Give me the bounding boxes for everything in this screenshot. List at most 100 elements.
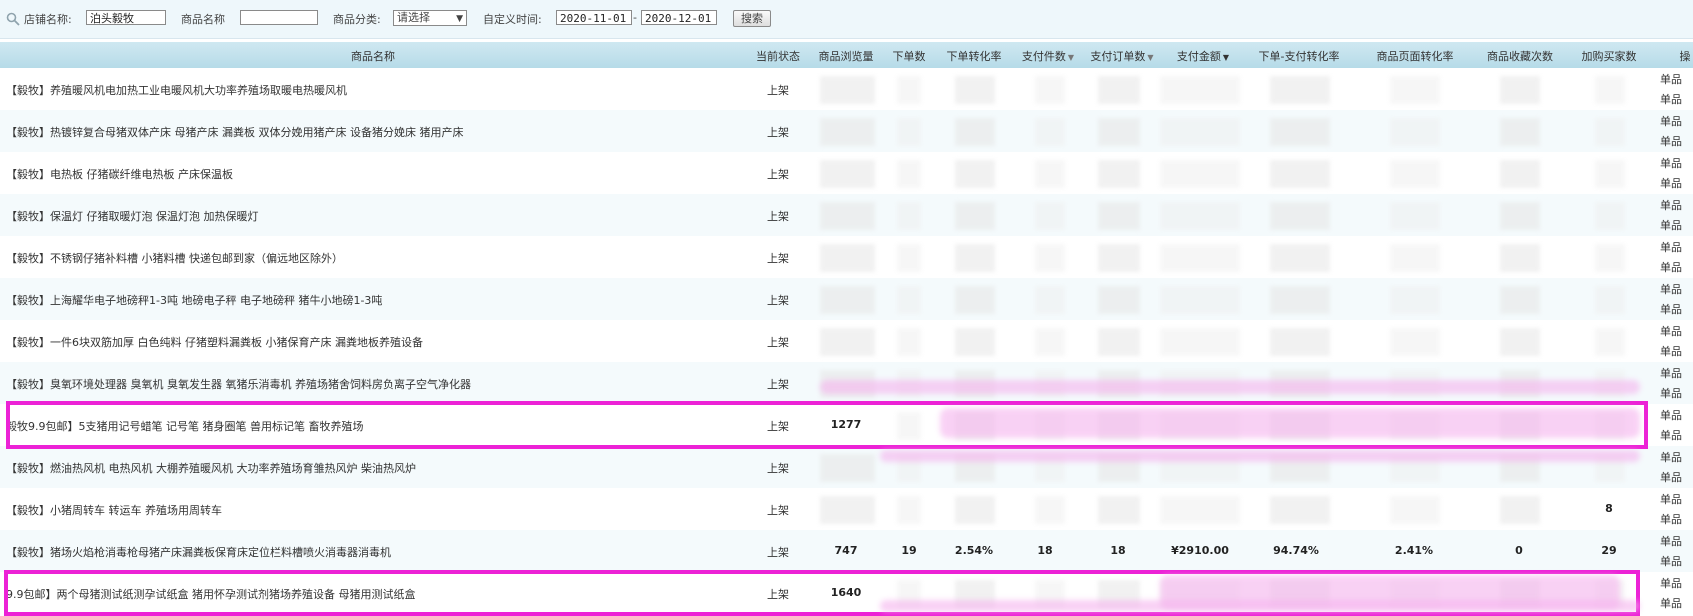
redacted-block <box>1270 496 1330 524</box>
redacted-block <box>1160 118 1240 146</box>
paid-orders-cell: 18 <box>1110 544 1126 557</box>
product-name[interactable]: 【毅牧】一件6块双筋加厚 白色纯料 仔猪塑料漏粪板 小猪保育产床 漏粪地板养殖设… <box>6 334 423 350</box>
redacted-block <box>1595 244 1625 272</box>
table-row[interactable]: 【毅牧】一件6块双筋加厚 白色纯料 仔猪塑料漏粪板 小猪保育产床 漏粪地板养殖设… <box>0 320 1693 362</box>
col-orders[interactable]: 下单数 <box>893 48 926 64</box>
single-item-link[interactable]: 单品 <box>1660 575 1682 591</box>
table-row[interactable]: 【毅牧】热镀锌复合母猪双体产床 母猪产床 漏粪板 双体分娩用猪产床 设备猪分娩床… <box>0 110 1693 152</box>
product-name-input[interactable] <box>240 10 318 25</box>
status-cell: 上架 <box>767 126 789 139</box>
single-item-link[interactable]: 单品 <box>1660 113 1682 129</box>
single-item-link[interactable]: 单品 <box>1660 323 1682 339</box>
col-paid-amount[interactable]: 支付金额 ▼ <box>1177 48 1229 64</box>
single-item-link[interactable]: 单品 <box>1660 71 1682 87</box>
single-item-link[interactable]: 单品 <box>1660 407 1682 423</box>
redacted-block <box>1098 328 1140 356</box>
single-item-link[interactable]: 单品 <box>1660 553 1682 569</box>
table-row[interactable]: 【毅牧】保温灯 仔猪取暖灯泡 保温灯泡 加热保暖灯 上架 单品 单品 <box>0 194 1693 236</box>
product-name[interactable]: 【毅牧】保温灯 仔猪取暖灯泡 保温灯泡 加热保暖灯 <box>6 208 259 224</box>
single-item-link[interactable]: 单品 <box>1660 365 1682 381</box>
single-item-link[interactable]: 单品 <box>1660 155 1682 171</box>
redacted-block <box>1595 76 1625 104</box>
product-name[interactable]: 【毅牧】不锈钢仔猪补料槽 小猪料槽 快递包邮到家（偏远地区除外） <box>6 250 343 266</box>
redacted-block <box>1500 76 1540 104</box>
single-item-link[interactable]: 单品 <box>1660 239 1682 255</box>
redacted-block <box>1160 244 1240 272</box>
redacted-block <box>1035 244 1065 272</box>
redacted-block <box>955 76 995 104</box>
table-row[interactable]: 【毅牧】电热板 仔猪碳纤维电热板 产床保温板 上架 单品 单品 <box>0 152 1693 194</box>
single-item-link[interactable]: 单品 <box>1660 511 1682 527</box>
single-item-link[interactable]: 单品 <box>1660 343 1682 359</box>
col-order-rate[interactable]: 下单转化率 <box>947 48 1002 64</box>
col-order-pay-rate[interactable]: 下单-支付转化率 <box>1259 48 1340 64</box>
table-row[interactable]: 【毅牧】养殖暖风机电加热工业电暖风机大功率养殖场取暖电热暖风机 上架 单品 单品 <box>0 68 1693 110</box>
single-item-link[interactable]: 单品 <box>1660 259 1682 275</box>
search-button[interactable]: 搜索 <box>733 10 771 27</box>
redacted-block <box>1098 244 1140 272</box>
chevron-down-icon: ▼ <box>456 14 463 24</box>
single-item-link[interactable]: 单品 <box>1660 595 1682 611</box>
paid-amount-cell: ¥2910.00 <box>1171 544 1229 557</box>
redacted-block <box>1098 76 1140 104</box>
col-views[interactable]: 商品浏览量 <box>819 48 874 64</box>
redacted-block <box>1390 160 1440 188</box>
table-row[interactable]: 【毅牧】上海耀华电子地磅秤1-3吨 地磅电子秤 电子地磅秤 猪牛小地磅1-3吨 上… <box>0 278 1693 320</box>
redacted-block <box>897 76 921 104</box>
product-name[interactable]: 【毅牧】上海耀华电子地磅秤1-3吨 地磅电子秤 电子地磅秤 猪牛小地磅1-3吨 <box>6 292 382 308</box>
single-item-link[interactable]: 单品 <box>1660 449 1682 465</box>
single-item-link[interactable]: 单品 <box>1660 91 1682 107</box>
product-name[interactable]: 【毅牧】臭氧环境处理器 臭氧机 臭氧发生器 氧猪乐消毒机 养殖场猪舍饲料房负离子… <box>6 376 471 392</box>
redacted-block <box>1035 286 1065 314</box>
redacted-block <box>1160 202 1240 230</box>
page-rate-cell: 2.41% <box>1394 544 1434 557</box>
single-item-link[interactable]: 单品 <box>1660 197 1682 213</box>
status-cell: 上架 <box>767 210 789 223</box>
col-paid-items[interactable]: 支付件数 ▼ <box>1022 48 1074 64</box>
single-item-link[interactable]: 单品 <box>1660 533 1682 549</box>
product-name[interactable]: 【毅牧】燃油热风机 电热风机 大棚养殖暖风机 大功率养殖场育雏热风炉 柴油热风炉 <box>6 460 416 476</box>
redacted-block <box>1160 328 1240 356</box>
shop-name-input[interactable]: 泊头毅牧 <box>86 10 166 25</box>
redacted-block <box>1390 202 1440 230</box>
product-name[interactable]: 【毅牧】猪场火焰枪消毒枪母猪产床漏粪板保育床定位栏料槽喷火消毒器消毒机 <box>6 544 391 560</box>
table-row[interactable]: 【毅牧】不锈钢仔猪补料槽 小猪料槽 快递包邮到家（偏远地区除外） 上架 单品 单品 <box>0 236 1693 278</box>
single-item-link[interactable]: 单品 <box>1660 217 1682 233</box>
single-item-link[interactable]: 单品 <box>1660 469 1682 485</box>
col-page-rate[interactable]: 商品页面转化率 <box>1377 48 1454 64</box>
single-item-link[interactable]: 单品 <box>1660 175 1682 191</box>
col-product-name[interactable]: 商品名称 <box>351 48 395 64</box>
redacted-block <box>1595 202 1625 230</box>
redacted-block <box>1270 76 1330 104</box>
col-status[interactable]: 当前状态 <box>756 48 800 64</box>
single-item-link[interactable]: 单品 <box>1660 427 1682 443</box>
redacted-block <box>955 202 995 230</box>
redacted-block <box>1595 286 1625 314</box>
col-paid-orders[interactable]: 支付订单数 ▼ <box>1090 48 1153 64</box>
table-header: 商品名称 当前状态 商品浏览量 下单数 下单转化率 支付件数 ▼ 支付订单数 ▼ 支… <box>0 42 1693 68</box>
redacted-block <box>1390 328 1440 356</box>
col-cart-buyers[interactable]: 加购买家数 <box>1582 48 1637 64</box>
single-item-link[interactable]: 单品 <box>1660 281 1682 297</box>
date-from-input[interactable]: 2020-11-01 <box>556 10 632 25</box>
product-name[interactable]: 【毅牧】热镀锌复合母猪双体产床 母猪产床 漏粪板 双体分娩用猪产床 设备猪分娩床… <box>6 124 463 140</box>
single-item-link[interactable]: 单品 <box>1660 133 1682 149</box>
date-to-input[interactable]: 2020-12-01 <box>641 10 717 25</box>
redacted-block <box>1390 118 1440 146</box>
product-name[interactable]: 【毅牧】小猪周转车 转运车 养殖场用周转车 <box>6 502 222 518</box>
product-name[interactable]: 【毅牧】养殖暖风机电加热工业电暖风机大功率养殖场取暖电热暖风机 <box>6 82 347 98</box>
single-item-link[interactable]: 单品 <box>1660 301 1682 317</box>
cart-buyers-cell: 29 <box>1601 544 1617 557</box>
redacted-block <box>1500 286 1540 314</box>
redacted-block <box>897 496 921 524</box>
sort-active-icon: ▼ <box>1222 53 1230 62</box>
single-item-link[interactable]: 单品 <box>1660 491 1682 507</box>
redacted-block <box>955 286 995 314</box>
product-name[interactable]: 【毅牧】电热板 仔猪碳纤维电热板 产床保温板 <box>6 166 233 182</box>
category-select[interactable]: 请选择 ▼ <box>393 10 467 26</box>
table-row[interactable]: 【毅牧】小猪周转车 转运车 养殖场用周转车 上架 8 单品 单品 <box>0 488 1693 530</box>
col-favorites[interactable]: 商品收藏次数 <box>1487 48 1553 64</box>
single-item-link[interactable]: 单品 <box>1660 385 1682 401</box>
table-row[interactable]: 【毅牧】猪场火焰枪消毒枪母猪产床漏粪板保育床定位栏料槽喷火消毒器消毒机 上架 747… <box>0 530 1693 572</box>
redacted-block <box>897 328 921 356</box>
